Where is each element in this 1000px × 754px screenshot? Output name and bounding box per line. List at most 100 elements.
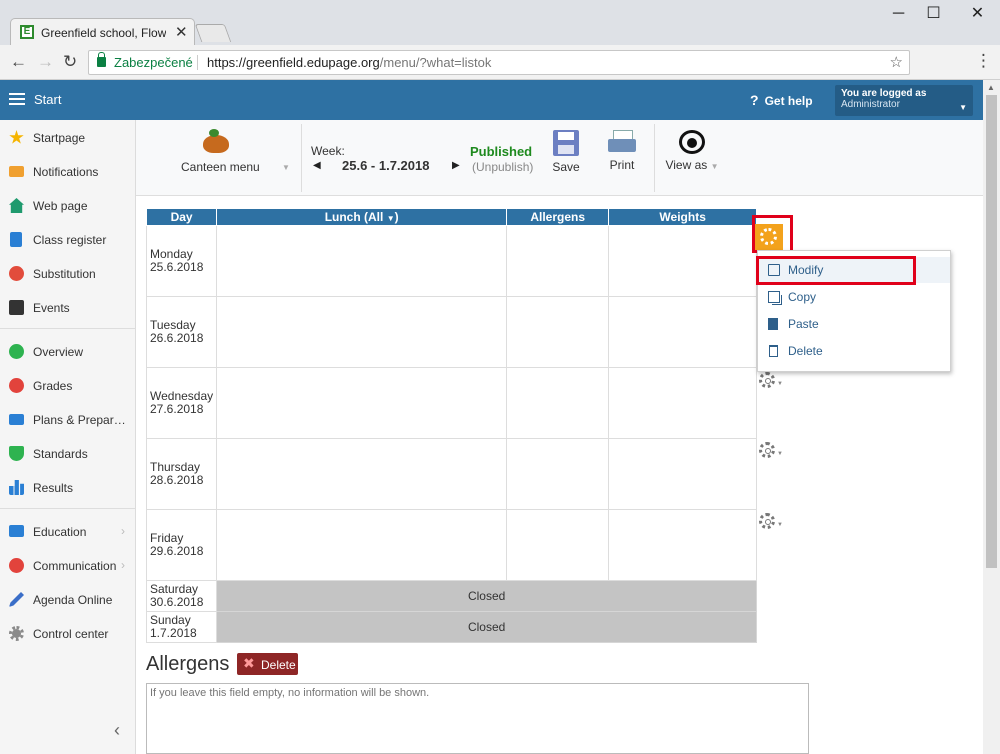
sidebar-item-events[interactable]: Events — [0, 292, 136, 322]
sidebar-item-web-page[interactable]: Web page — [0, 190, 136, 220]
copy-menu-item[interactable]: Copy — [758, 284, 950, 310]
tab-close-icon[interactable]: ✕ — [175, 23, 188, 41]
scrollbar-thumb[interactable] — [986, 95, 997, 568]
start-link[interactable]: Start — [34, 92, 61, 107]
close-window-icon[interactable]: ✕ — [955, 0, 1000, 30]
lunch-header-label: Lunch (All — [324, 210, 384, 224]
day-date: 29.6.2018 — [150, 544, 204, 558]
sidebar-item-label: Plans & Prepar… — [33, 413, 126, 427]
chevron-down-icon: ▼ — [777, 451, 783, 457]
weights-cell[interactable] — [608, 225, 758, 297]
sidebar-item-grades[interactable]: Grades — [0, 370, 136, 400]
chevron-right-icon: › — [121, 558, 125, 572]
sidebar-item-class-register[interactable]: Class register — [0, 224, 136, 254]
day-cell: Wednesday 27.6.2018 — [145, 367, 218, 439]
allergens-cell[interactable] — [506, 367, 610, 439]
view-as-dropdown[interactable]: View as ▼ — [661, 130, 723, 172]
maximize-icon[interactable]: ☐ — [911, 0, 956, 30]
weights-cell[interactable] — [608, 509, 758, 581]
canteen-menu-table: Day Lunch (All ▼) Allergens Weights Mond… — [145, 208, 758, 643]
row-settings-gear-icon[interactable]: ▼ — [758, 512, 783, 530]
address-bar[interactable]: Zabezpečené https://greenfield.edupage.o… — [88, 50, 910, 75]
column-header-lunch[interactable]: Lunch (All ▼) — [216, 208, 508, 226]
table-row: Saturday 30.6.2018 Closed — [145, 580, 758, 612]
sidebar-item-plans[interactable]: Plans & Prepar… — [0, 404, 136, 434]
collapse-sidebar-icon[interactable]: ‹ — [114, 720, 120, 741]
forward-arrow-icon[interactable]: → — [37, 52, 54, 72]
paste-icon — [768, 318, 778, 330]
allergens-cell[interactable] — [506, 296, 610, 368]
app-header: Start ? Get help You are logged as Admini… — [0, 80, 1000, 120]
allergens-cell[interactable] — [506, 438, 610, 510]
sidebar-item-startpage[interactable]: Startpage — [0, 122, 136, 152]
toolbar-separator — [301, 124, 302, 192]
close-icon: ✖ — [243, 655, 255, 671]
new-tab-button[interactable] — [194, 24, 232, 42]
lunch-cell[interactable] — [216, 509, 508, 581]
browser-tab[interactable]: E Greenfield school, Flower ✕ — [10, 18, 195, 45]
next-week-icon[interactable]: ▶ — [452, 160, 460, 171]
calendar-icon — [9, 300, 24, 315]
edupage-favicon-icon: E — [20, 25, 34, 39]
weights-cell[interactable] — [608, 367, 758, 439]
secure-label: Zabezpečené — [114, 55, 193, 70]
delete-label: Delete — [261, 658, 296, 672]
sidebar-item-agenda-online[interactable]: Agenda Online — [0, 584, 136, 614]
paste-menu-item[interactable]: Paste — [758, 311, 950, 337]
sidebar-item-overview[interactable]: Overview — [0, 336, 136, 366]
sidebar-item-label: Communication — [33, 559, 117, 573]
menu-item-label: Copy — [788, 290, 817, 304]
sidebar-item-control-center[interactable]: Control center — [0, 618, 136, 648]
allergens-cell[interactable] — [506, 509, 610, 581]
sidebar-item-standards[interactable]: Standards — [0, 438, 136, 468]
chevron-right-icon: › — [121, 524, 125, 538]
column-header-day: Day — [145, 208, 218, 226]
print-button[interactable]: Print — [597, 130, 647, 172]
reload-icon[interactable]: ↻ — [63, 52, 77, 72]
scroll-up-icon[interactable]: ▲ — [987, 83, 995, 92]
published-status: Published — [470, 144, 533, 159]
page-scrollbar[interactable]: ▲ — [983, 80, 1000, 754]
url-text[interactable]: https://greenfield.edupage.org/menu/?wha… — [207, 55, 491, 70]
lunch-cell[interactable] — [216, 367, 508, 439]
sidebar-item-communication[interactable]: Communication › — [0, 550, 136, 580]
table-row: Thursday 28.6.2018 — [145, 438, 758, 510]
sidebar-item-education[interactable]: Education › — [0, 516, 136, 546]
back-arrow-icon[interactable]: ← — [10, 52, 27, 72]
account-dropdown[interactable]: You are logged as Administrator ▼ — [835, 85, 973, 116]
day-name: Tuesday — [150, 318, 196, 332]
delete-menu-item[interactable]: Delete — [758, 338, 950, 364]
sidebar-item-label: Education — [33, 525, 87, 539]
delete-allergens-button[interactable]: ✖ Delete — [237, 653, 298, 675]
chevron-down-icon: ▼ — [777, 522, 783, 528]
previous-week-icon[interactable]: ◀ — [313, 160, 321, 171]
lunch-cell[interactable] — [216, 438, 508, 510]
allergens-heading: Allergens — [146, 653, 230, 675]
unpublish-link[interactable]: (Unpublish) — [472, 160, 533, 174]
lunch-cell[interactable] — [216, 296, 508, 368]
day-date: 1.7.2018 — [150, 626, 197, 640]
briefcase-icon — [9, 414, 24, 425]
account-role: Administrator — [841, 99, 900, 110]
column-header-weights: Weights — [608, 208, 758, 226]
weights-cell[interactable] — [608, 438, 758, 510]
row-settings-gear-icon[interactable]: ▼ — [758, 371, 783, 389]
save-button[interactable]: Save — [541, 130, 591, 174]
canteen-menu-label: Canteen menu — [181, 160, 260, 174]
hamburger-menu-icon[interactable] — [9, 93, 25, 105]
table-row: Monday 25.6.2018 — [145, 225, 758, 297]
sidebar-item-results[interactable]: Results — [0, 472, 136, 502]
allergens-cell[interactable] — [506, 225, 610, 297]
lunch-cell[interactable] — [216, 225, 508, 297]
sidebar-divider — [0, 328, 136, 329]
sidebar-item-notifications[interactable]: Notifications — [0, 156, 136, 186]
envelope-icon — [9, 166, 24, 177]
row-settings-gear-icon[interactable]: ▼ — [758, 441, 783, 459]
weights-cell[interactable] — [608, 296, 758, 368]
view-as-text: View as — [665, 158, 708, 172]
browser-menu-icon[interactable]: ⋮ — [975, 51, 992, 71]
bookmark-star-icon[interactable]: ☆ — [890, 53, 903, 71]
get-help-link[interactable]: ? Get help — [750, 92, 813, 108]
allergens-textarea[interactable] — [146, 683, 809, 754]
sidebar-item-substitution[interactable]: Substitution — [0, 258, 136, 288]
